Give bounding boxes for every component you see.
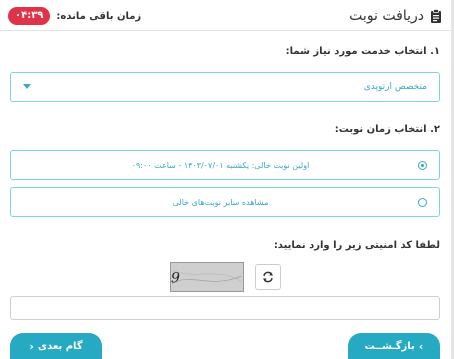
other-slots-option[interactable]: مشاهده سایر نوبت‌های خالی [10,187,440,217]
clipboard-icon [431,9,441,23]
caret-down-icon [23,84,31,89]
time-section-label: ۲. انتخاب زمان نوبت: [334,124,440,135]
captcha-refresh-button[interactable] [255,264,281,290]
timer-label: زمان باقی مانده: [56,10,142,22]
refresh-icon [263,271,273,283]
chevron-left-icon: ‹ [29,339,34,353]
captcha-label: لطفا کد امنیتی زیر را وارد نمایید: [273,240,440,251]
captcha-code: 14469 [170,271,180,287]
header-divider [0,30,451,31]
service-select-value: متخصص ارتوپدی [363,82,427,92]
timer: زمان باقی مانده: ۰۴:۳۹ [8,7,141,25]
header-title-wrap: دریافت نوبت [349,8,442,24]
page-title: دریافت نوبت [349,8,424,24]
chevron-right-icon: › [418,339,424,353]
first-available-option[interactable]: اولین نوبت خالی: یکشنبه ۱۴۰۳/۰۷/۰۱ - ساع… [10,150,440,180]
radio-selected-icon[interactable] [418,160,427,170]
next-button-label: گام بعدی [37,340,83,352]
captcha-image: 14469 [170,262,244,292]
radio-empty-icon[interactable] [418,197,427,207]
next-step-button[interactable]: گام بعدی ‹ [10,333,102,359]
captcha-row: 14469 [0,262,454,292]
first-available-text: اولین نوبت خالی: یکشنبه ۱۴۰۳/۰۷/۰۱ - ساع… [131,160,310,170]
captcha-input[interactable] [10,296,440,320]
service-section-label: ۱. انتخاب خدمت مورد نیاز شما: [285,46,440,57]
back-button-label: بازگـشــت [364,340,415,352]
service-select[interactable]: متخصص ارتوپدی [10,72,440,102]
back-button[interactable]: › بازگـشــت [348,333,440,359]
header: دریافت نوبت زمان باقی مانده: ۰۴:۳۹ [8,4,442,28]
timer-badge: ۰۴:۳۹ [8,7,51,25]
other-slots-text: مشاهده سایر نوبت‌های خالی [172,197,269,207]
